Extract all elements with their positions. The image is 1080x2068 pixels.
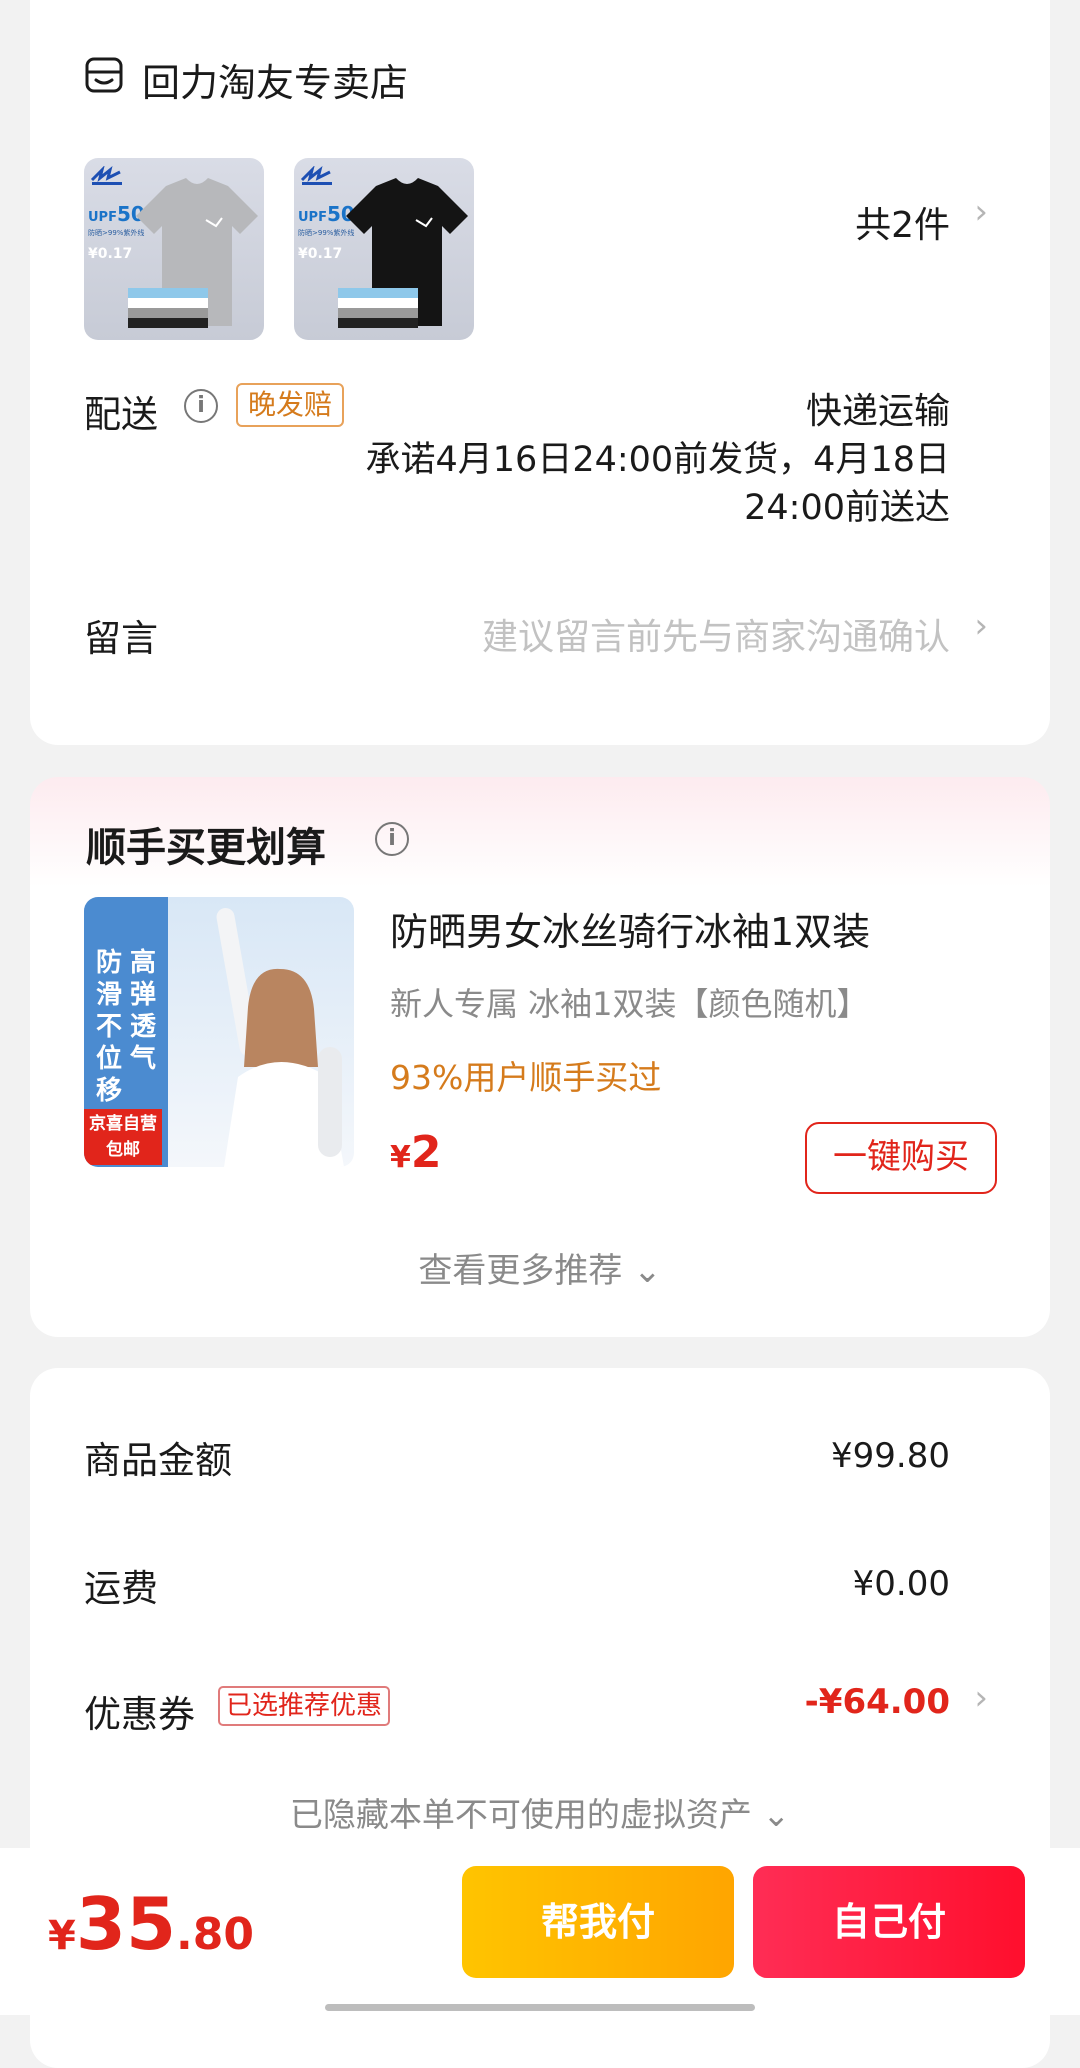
total-price: ¥35.80 bbox=[48, 1882, 254, 1966]
store-icon bbox=[85, 57, 123, 93]
chevron-right-icon[interactable]: › bbox=[974, 192, 988, 232]
info-icon[interactable]: i bbox=[184, 389, 218, 423]
product-thumbnail[interactable]: UPF50+ 防晒>99%紫外线 ¥0.17 bbox=[294, 158, 474, 340]
delivery-promise: 承诺4月16日24:00前发货，4月18日24:00前送达 bbox=[365, 440, 950, 528]
goods-amount-label: 商品金额 bbox=[84, 1439, 232, 1482]
product-thumbnail[interactable]: UPF50+ 防晒>99%紫外线 ¥0.17 bbox=[84, 158, 264, 340]
checkout-bar: ¥35.80 帮我付 自己付 bbox=[0, 1848, 1080, 2015]
store-name[interactable]: 回力淘友专卖店 bbox=[142, 52, 408, 107]
info-icon[interactable]: i bbox=[375, 822, 409, 856]
delivery-label: 配送 bbox=[84, 393, 158, 436]
sleeve-product-image[interactable]: 高弹透气 防滑不位移 京喜自营 包邮 bbox=[84, 897, 354, 1167]
brand-logo-icon bbox=[90, 166, 122, 185]
note-label: 留言 bbox=[84, 617, 158, 660]
self-pay-button[interactable]: 自己付 bbox=[753, 1866, 1025, 1978]
bundle-product-name[interactable]: 防晒男女冰丝骑行冰袖1双装 bbox=[390, 901, 870, 956]
image-feature-text: 高弹透气 bbox=[129, 948, 156, 1074]
shipping-method[interactable]: 快递运输 bbox=[806, 382, 950, 434]
one-click-buy-button[interactable]: 一键购买 bbox=[805, 1122, 997, 1194]
coupon-label: 优惠券 bbox=[84, 1693, 195, 1736]
note-input[interactable]: 建议留言前先与商家沟通确认 bbox=[482, 608, 950, 660]
folded-shirts-image bbox=[128, 288, 208, 328]
thumb-price: ¥0.17 bbox=[88, 246, 133, 262]
coupon-recommend-badge: 已选推荐优惠 bbox=[218, 1686, 391, 1726]
shipping-fee-value: ¥0.00 bbox=[852, 1564, 950, 1604]
model-image bbox=[216, 908, 344, 1167]
bundle-product-spec: 新人专属 冰袖1双装【颜色随机】 bbox=[390, 985, 869, 1023]
bundle-card: 顺手买更划算 i 高弹透气 防滑不位移 京喜自营 包邮 防晒男女冰丝骑行冰袖1双… bbox=[30, 777, 1050, 1337]
more-recommendations-link[interactable]: 查看更多推荐 ⌄ bbox=[30, 1243, 1050, 1292]
bundle-title: 顺手买更划算 bbox=[86, 825, 326, 871]
help-pay-button[interactable]: 帮我付 bbox=[462, 1866, 734, 1978]
folded-shirts-image bbox=[338, 288, 418, 328]
shipping-fee-label: 运费 bbox=[84, 1567, 158, 1610]
goods-amount-value: ¥99.80 bbox=[831, 1436, 950, 1476]
brand-logo-icon bbox=[300, 166, 332, 185]
bundle-price: ¥2 bbox=[390, 1127, 442, 1178]
thumb-price: ¥0.17 bbox=[298, 246, 343, 262]
store-card: 回力淘友专卖店 UPF50+ 防晒>99%紫外线 ¥0.17 UPF50+ 防晒… bbox=[30, 0, 1050, 745]
home-indicator[interactable] bbox=[325, 2004, 755, 2011]
jd-tag: 京喜自营 包邮 bbox=[84, 1109, 162, 1165]
coupon-discount-value[interactable]: -¥64.00 bbox=[805, 1682, 950, 1722]
chevron-right-icon[interactable]: › bbox=[974, 1678, 988, 1718]
image-feature-text: 防滑不位移 bbox=[95, 948, 122, 1106]
hidden-assets-toggle[interactable]: 已隐藏本单不可使用的虚拟资产 ⌄ bbox=[30, 1788, 1050, 1836]
chevron-right-icon[interactable]: › bbox=[974, 606, 988, 646]
late-compensation-badge: 晚发赔 bbox=[236, 383, 345, 427]
bundle-purchase-stat: 93%用户顺手买过 bbox=[390, 1058, 662, 1097]
item-count[interactable]: 共2件 bbox=[855, 196, 950, 248]
